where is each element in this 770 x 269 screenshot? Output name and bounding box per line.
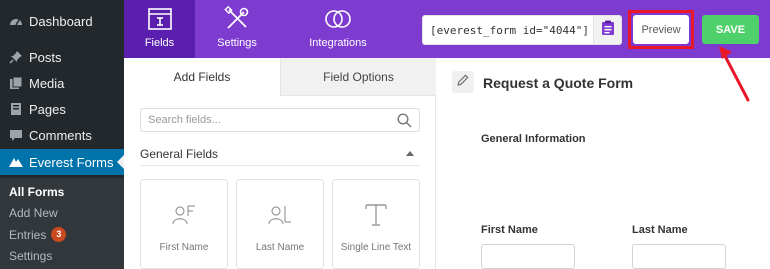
everest-forms-submenu: All Forms Add New Entries 3 Settings xyxy=(0,178,124,269)
first-name-input[interactable] xyxy=(481,244,575,269)
collapse-caret-icon xyxy=(406,151,414,156)
entries-count-badge: 3 xyxy=(51,227,67,242)
menu-comments[interactable]: Comments xyxy=(0,122,124,148)
search-fields-input[interactable] xyxy=(148,109,388,131)
general-fields-section-header[interactable]: General Fields xyxy=(140,142,420,166)
wp-admin-sidebar: Dashboard Posts Media Pages Comments Eve… xyxy=(0,0,124,269)
menu-posts[interactable]: Posts xyxy=(0,44,124,70)
field-last-name[interactable]: Last Name xyxy=(236,179,324,269)
save-button[interactable]: SAVE xyxy=(702,15,759,44)
submenu-add-new[interactable]: Add New xyxy=(9,206,58,220)
field-first-name[interactable]: First Name xyxy=(140,179,228,269)
fields-panel: Add Fields Field Options General Fields … xyxy=(124,58,436,269)
preview-button[interactable]: Preview xyxy=(633,15,689,44)
search-icon[interactable] xyxy=(397,113,412,133)
menu-media[interactable]: Media xyxy=(0,70,124,96)
clipboard-icon xyxy=(601,20,615,41)
first-name-icon xyxy=(171,202,197,233)
text-icon xyxy=(363,202,389,233)
copy-shortcode-button[interactable] xyxy=(594,15,622,45)
edit-title-button[interactable] xyxy=(452,71,474,93)
section-heading: General Information xyxy=(481,133,586,145)
integrations-icon xyxy=(324,6,352,35)
last-name-label: Last Name xyxy=(632,224,688,236)
tab-integrations[interactable]: Integrations xyxy=(288,0,388,58)
everest-forms-icon xyxy=(9,155,23,169)
field-single-line-text[interactable]: Single Line Text xyxy=(332,179,420,269)
pencil-icon xyxy=(457,73,469,91)
builder-toolbar: Fields Settings Integrations [everest_fo… xyxy=(124,0,770,58)
tab-add-fields[interactable]: Add Fields xyxy=(124,58,280,96)
form-title: Request a Quote Form xyxy=(483,75,634,91)
wrench-screwdriver-icon xyxy=(224,5,250,35)
pushpin-icon xyxy=(9,50,23,64)
menu-dashboard[interactable]: Dashboard xyxy=(0,8,124,34)
tab-fields[interactable]: Fields xyxy=(124,0,195,58)
media-icon xyxy=(9,76,23,90)
first-name-label: First Name xyxy=(481,224,538,236)
submenu-entries[interactable]: Entries 3 xyxy=(9,227,67,242)
last-name-input[interactable] xyxy=(632,244,726,269)
dashboard-icon xyxy=(9,14,23,28)
tab-settings[interactable]: Settings xyxy=(206,0,268,58)
submenu-settings[interactable]: Settings xyxy=(9,249,52,263)
annotation-arrow xyxy=(719,46,750,102)
active-menu-pointer xyxy=(117,155,124,169)
pages-icon xyxy=(9,102,23,116)
field-search xyxy=(140,108,420,132)
fields-icon xyxy=(147,6,173,35)
menu-pages[interactable]: Pages xyxy=(0,96,124,122)
menu-everest-forms[interactable]: Everest Forms xyxy=(0,149,124,175)
last-name-icon xyxy=(267,202,293,233)
tab-field-options[interactable]: Field Options xyxy=(280,58,436,96)
shortcode-field[interactable]: [everest_form id="4044"] xyxy=(422,15,594,45)
submenu-all-forms[interactable]: All Forms xyxy=(9,185,64,199)
comment-icon xyxy=(9,128,23,142)
